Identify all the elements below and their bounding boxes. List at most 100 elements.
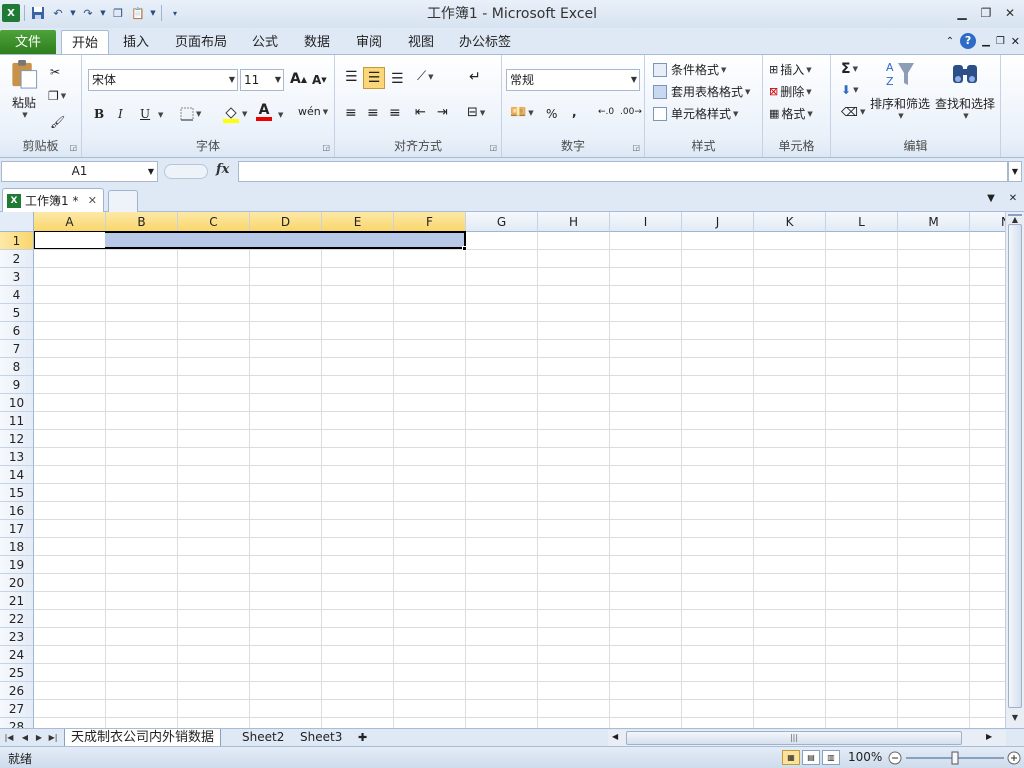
row-header-7[interactable]: 7 <box>0 340 34 358</box>
font-color-icon[interactable]: A <box>256 103 272 121</box>
zoom-thumb[interactable] <box>951 751 959 765</box>
row-header-5[interactable]: 5 <box>0 304 34 322</box>
format-cells-button[interactable]: ▦ 格式 ▼ <box>769 105 813 122</box>
format-as-table-button[interactable]: 套用表格格式 ▼ <box>653 83 750 100</box>
prev-sheet-icon[interactable]: ◀ <box>18 730 32 746</box>
last-sheet-icon[interactable]: ▶| <box>46 730 60 746</box>
sort-filter-button[interactable]: AZ 排序和筛选 ▼ <box>869 59 931 120</box>
undo-dropdown-icon[interactable]: ▼ <box>69 4 77 22</box>
comma-button[interactable]: , <box>572 105 577 119</box>
sheet-tab-1[interactable]: 天成制衣公司内外销数据 <box>64 729 222 747</box>
wrap-text-icon[interactable]: ↵ <box>469 69 481 85</box>
scroll-up-icon[interactable]: ▲ <box>1006 212 1024 228</box>
row-header-21[interactable]: 21 <box>0 592 34 610</box>
excel-logo-icon[interactable]: X <box>2 4 20 22</box>
spreadsheet-grid[interactable]: ABCDEFGHIJKLMN 1234567891011121314151617… <box>0 212 1005 728</box>
autosum-button[interactable]: Σ ▼ <box>841 61 858 77</box>
fill-color-icon[interactable]: ▼ <box>222 105 247 123</box>
workbook-restore-icon[interactable]: ❐ <box>996 36 1005 47</box>
row-header-19[interactable]: 19 <box>0 556 34 574</box>
row-header-24[interactable]: 24 <box>0 646 34 664</box>
row-header-13[interactable]: 13 <box>0 448 34 466</box>
sheet-tab-2[interactable]: Sheet2 <box>236 729 290 747</box>
row-header-11[interactable]: 11 <box>0 412 34 430</box>
currency-icon[interactable]: 💴 ▼ <box>510 105 534 120</box>
fill-handle[interactable] <box>462 246 467 251</box>
name-box-dropdown-icon[interactable]: ▼ <box>148 162 154 181</box>
row-header-18[interactable]: 18 <box>0 538 34 556</box>
tab-review[interactable]: 审阅 <box>348 30 390 55</box>
workbook-tab-close-icon[interactable]: ✕ <box>88 194 97 207</box>
align-bottom-icon[interactable]: ☰ <box>391 71 404 87</box>
tab-insert[interactable]: 插入 <box>114 30 158 55</box>
increase-font-size-icon[interactable]: A ▲ <box>290 71 307 87</box>
clipboard-dialog-launcher-icon[interactable]: ◲ <box>69 143 77 152</box>
row-header-25[interactable]: 25 <box>0 664 34 682</box>
zoom-slider[interactable] <box>888 751 1022 765</box>
align-center-icon[interactable]: ≡ <box>367 105 379 121</box>
eraser-icon[interactable]: ⌫ ▼ <box>841 105 865 119</box>
workbook-tabs-dropdown-icon[interactable]: ▼ <box>982 190 1000 208</box>
row-header-23[interactable]: 23 <box>0 628 34 646</box>
row-header-17[interactable]: 17 <box>0 520 34 538</box>
cut-icon[interactable]: ✂ <box>50 65 60 79</box>
copy-icon[interactable]: ❐ <box>109 4 127 22</box>
column-header-b[interactable]: B <box>106 212 178 232</box>
paste-icon[interactable]: 📋 <box>129 4 147 22</box>
column-header-i[interactable]: I <box>610 212 682 232</box>
page-layout-view-icon[interactable]: ▤ <box>802 750 820 765</box>
decrease-decimal-icon[interactable]: .00→ <box>620 107 642 117</box>
column-header-g[interactable]: G <box>466 212 538 232</box>
customize-qat-icon[interactable]: ▾ <box>166 4 184 22</box>
tab-formulas[interactable]: 公式 <box>244 30 286 55</box>
row-header-3[interactable]: 3 <box>0 268 34 286</box>
insert-cells-button[interactable]: ⊞ 插入 ▼ <box>769 61 812 78</box>
redo-dropdown-icon[interactable]: ▼ <box>99 4 107 22</box>
insert-function-button[interactable]: fx <box>216 162 229 177</box>
next-sheet-icon[interactable]: ▶ <box>32 730 46 746</box>
row-header-8[interactable]: 8 <box>0 358 34 376</box>
row-header-12[interactable]: 12 <box>0 430 34 448</box>
close-icon[interactable]: ✕ <box>1000 4 1020 22</box>
copy-icon[interactable]: ❐ ▼ <box>48 89 66 103</box>
column-header-n[interactable]: N <box>970 212 1005 232</box>
save-icon[interactable] <box>29 4 47 22</box>
insert-sheet-icon[interactable]: ✚ <box>352 729 373 747</box>
row-header-14[interactable]: 14 <box>0 466 34 484</box>
tab-view[interactable]: 视图 <box>400 30 442 55</box>
redo-icon[interactable]: ↷ <box>79 4 97 22</box>
vertical-scroll-thumb[interactable] <box>1008 224 1022 708</box>
tab-office-tab[interactable]: 办公标签 <box>452 30 518 55</box>
tab-file[interactable]: 文件 <box>0 30 56 55</box>
row-header-27[interactable]: 27 <box>0 700 34 718</box>
vertical-scrollbar[interactable]: ▲ ▲ ▼ <box>1005 212 1024 728</box>
minimize-icon[interactable]: ▁ <box>952 4 972 22</box>
borders-icon[interactable]: ▼ <box>180 107 201 121</box>
row-header-9[interactable]: 9 <box>0 376 34 394</box>
row-header-4[interactable]: 4 <box>0 286 34 304</box>
row-header-26[interactable]: 26 <box>0 682 34 700</box>
row-header-10[interactable]: 10 <box>0 394 34 412</box>
conditional-formatting-button[interactable]: 条件格式 ▼ <box>653 61 726 78</box>
collapse-ribbon-icon[interactable]: ⌃ <box>946 36 954 47</box>
expand-formula-bar-icon[interactable]: ▼ <box>1008 161 1022 182</box>
align-right-icon[interactable]: ≡ <box>389 105 401 121</box>
row-header-20[interactable]: 20 <box>0 574 34 592</box>
font-size-combobox[interactable]: 11 ▼ <box>240 69 284 91</box>
increase-decimal-icon[interactable]: ←.0 <box>598 107 614 117</box>
zoom-level[interactable]: 100% <box>848 750 882 764</box>
decrease-indent-icon[interactable]: ⇤ <box>415 105 426 120</box>
italic-button[interactable]: I <box>118 107 123 121</box>
font-name-dropdown-icon[interactable]: ▼ <box>229 70 235 90</box>
scroll-down-icon[interactable]: ▼ <box>1006 710 1024 726</box>
horizontal-scrollbar[interactable]: ◀ ||| ▶ <box>608 730 1006 746</box>
font-dialog-launcher-icon[interactable]: ◲ <box>322 143 330 152</box>
column-header-j[interactable]: J <box>682 212 754 232</box>
workbook-minimize-icon[interactable]: ▁ <box>982 36 990 47</box>
scroll-left-icon[interactable]: ◀ <box>612 732 618 741</box>
workbook-close-icon[interactable]: ✕ <box>1011 35 1020 48</box>
horizontal-scroll-thumb[interactable]: ||| <box>626 731 962 745</box>
phonetic-icon[interactable]: wén ▼ <box>298 105 328 118</box>
delete-cells-button[interactable]: ⊠ 删除 ▼ <box>769 83 812 100</box>
font-size-dropdown-icon[interactable]: ▼ <box>275 70 281 90</box>
